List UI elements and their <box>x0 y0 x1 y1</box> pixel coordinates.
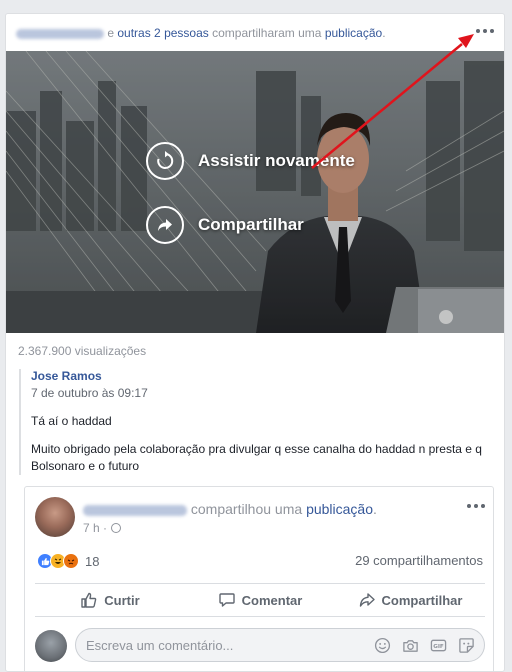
annotation-arrow <box>311 34 474 169</box>
